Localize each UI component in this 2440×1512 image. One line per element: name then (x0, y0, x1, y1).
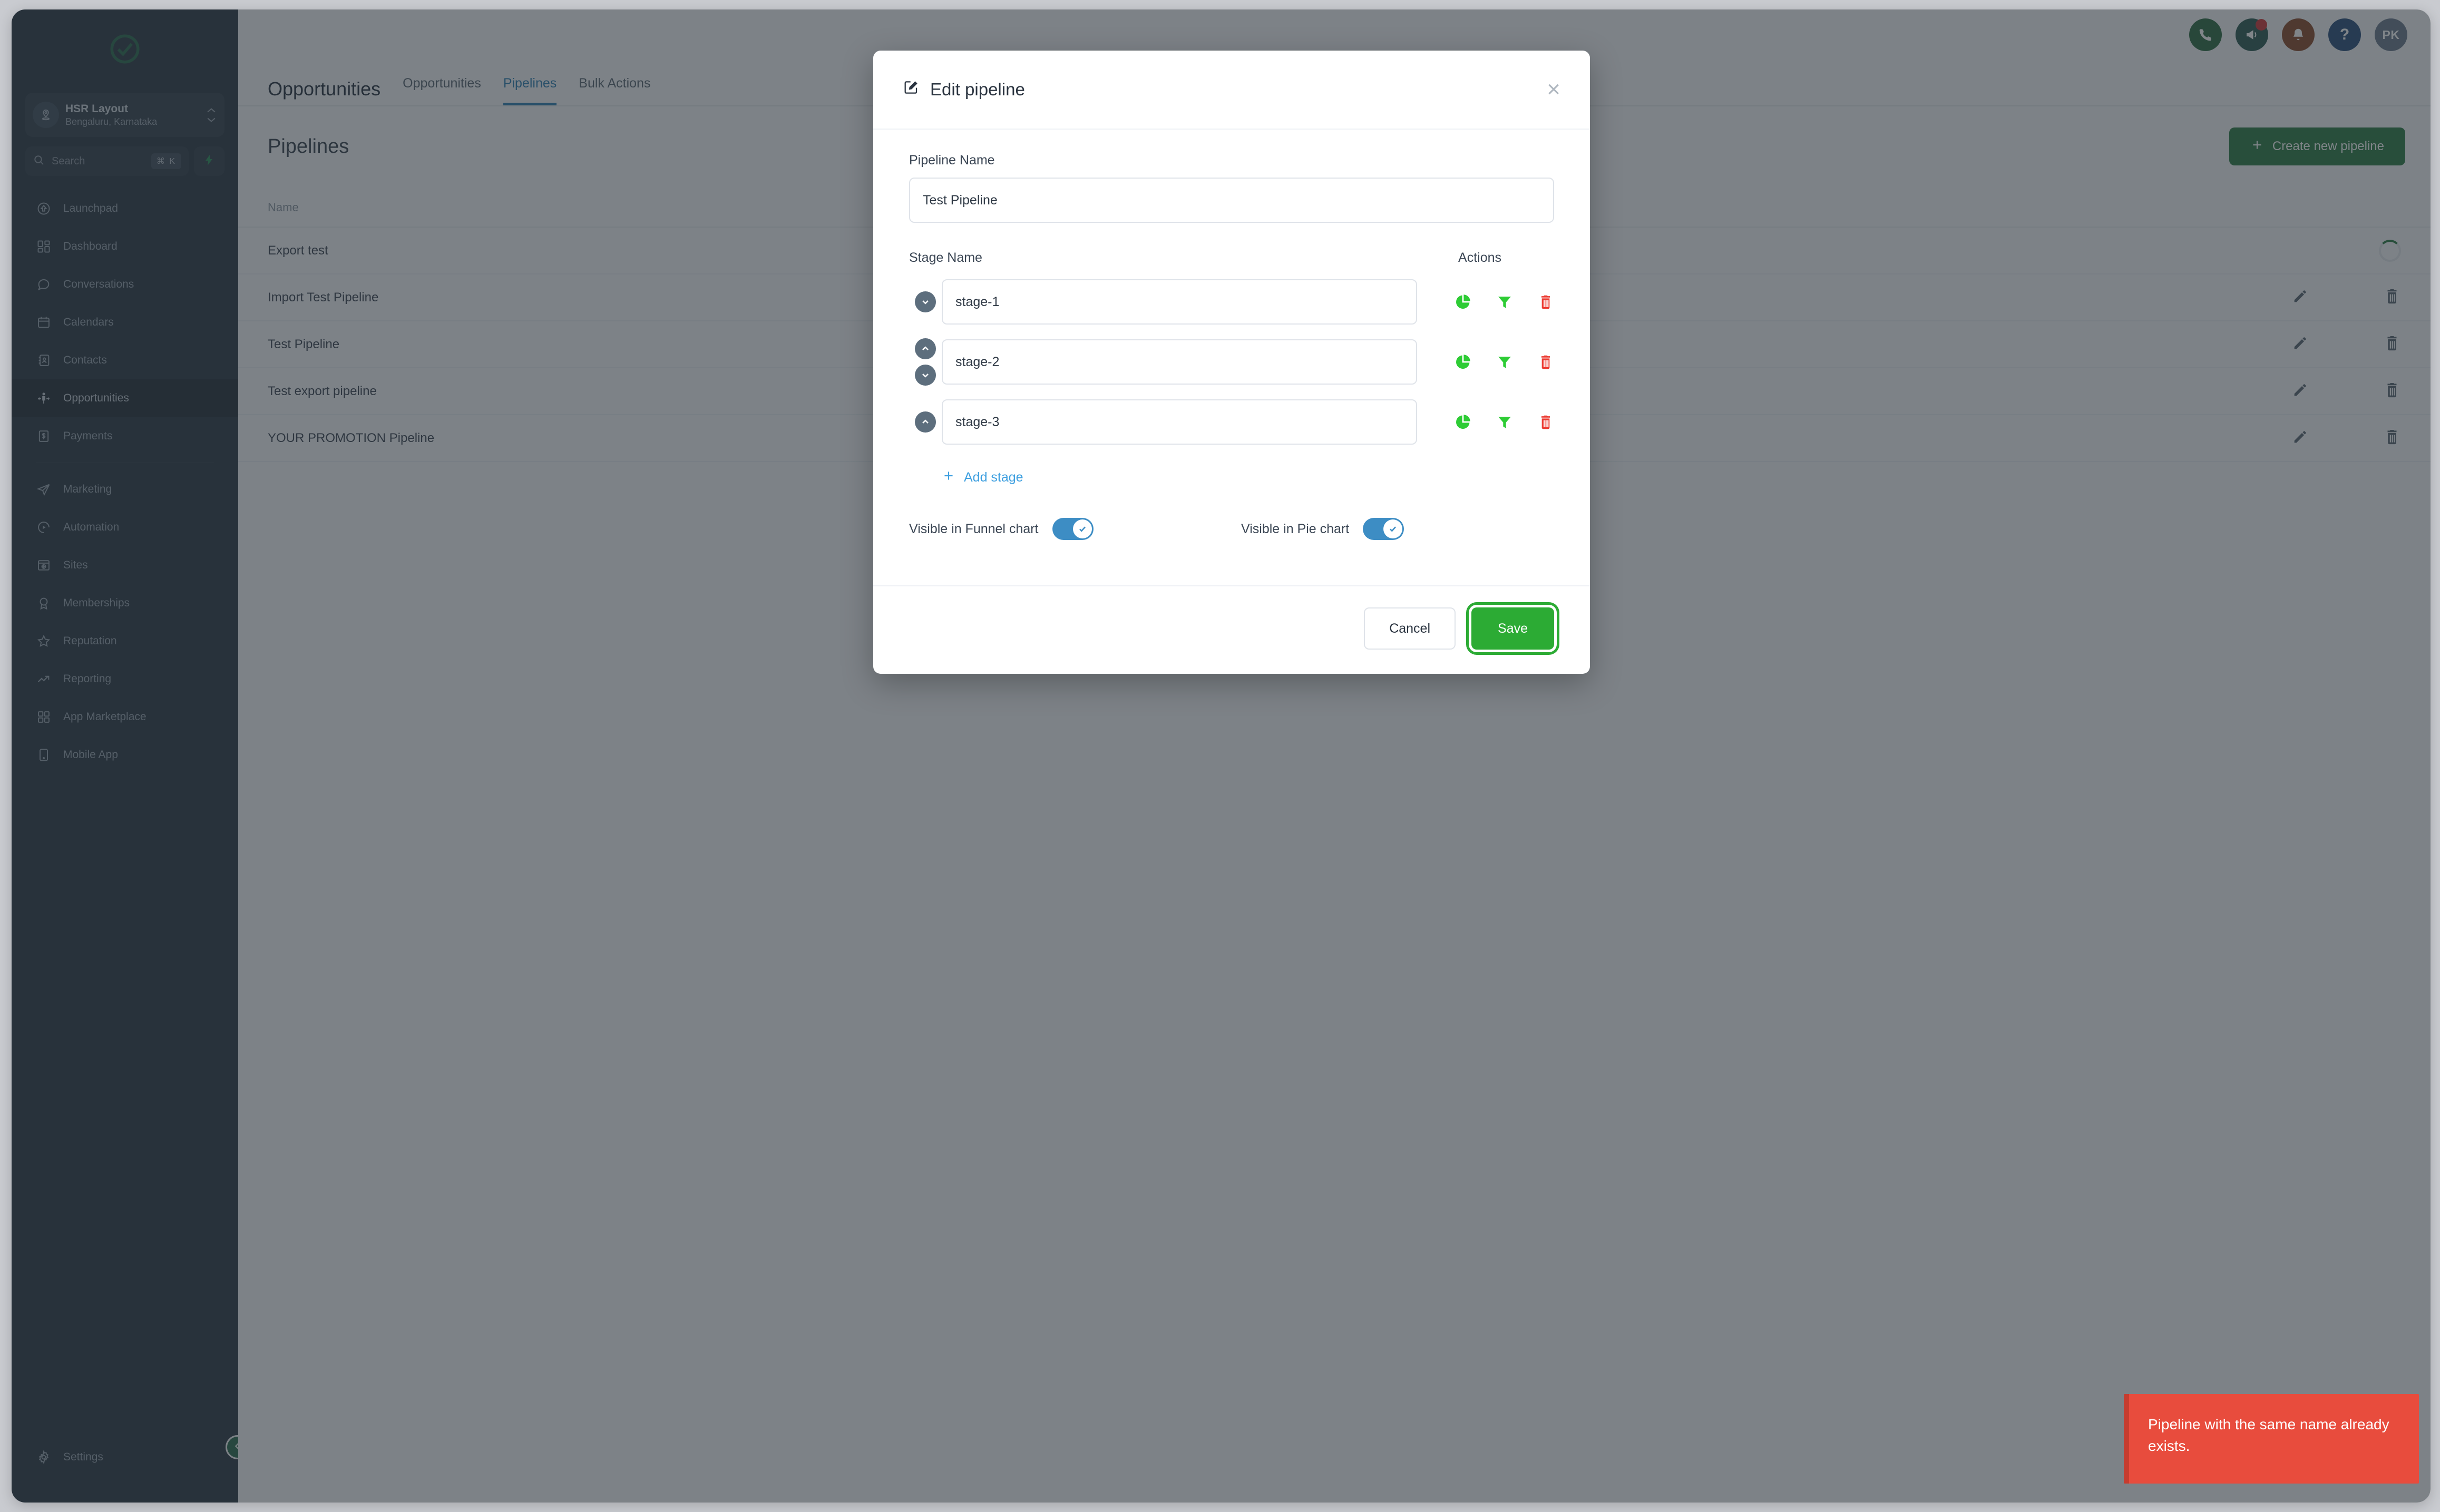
stage-row (909, 279, 1554, 325)
stage-actions (1417, 293, 1554, 311)
trash-icon[interactable] (1537, 414, 1554, 430)
move-stage-down-button[interactable] (915, 365, 936, 386)
funnel-icon[interactable] (1496, 414, 1513, 430)
pie-chart-toggle-label: Visible in Pie chart (1241, 521, 1350, 536)
stage-reorder-controls (909, 291, 942, 312)
error-toast-message: Pipeline with the same name already exis… (2148, 1416, 2389, 1454)
funnel-chart-toggle-label: Visible in Funnel chart (909, 521, 1039, 536)
pie-chart-toggle-group: Visible in Pie chart (1241, 518, 1404, 540)
add-stage-button[interactable]: Add stage (942, 469, 1023, 486)
visible-in-funnel-chart-toggle[interactable] (1052, 518, 1094, 540)
add-stage-label: Add stage (964, 470, 1023, 485)
screen: HSR Layout Bengaluru, Karnataka Search ⌘… (0, 0, 2440, 1512)
stage-row (909, 399, 1554, 445)
stage-table-header: Stage Name Actions (909, 250, 1554, 266)
edit-pipeline-modal: Edit pipeline × Pipeline Name Stage Name… (873, 51, 1590, 674)
pie-chart-icon[interactable] (1454, 293, 1472, 311)
funnel-icon[interactable] (1496, 293, 1513, 310)
modal-title: Edit pipeline (903, 79, 1025, 100)
actions-label: Actions (1458, 250, 1501, 265)
funnel-chart-toggle-group: Visible in Funnel chart (909, 518, 1241, 540)
pipeline-name-label: Pipeline Name (909, 153, 995, 168)
toggle-knob (1072, 519, 1092, 538)
stage-actions (1417, 353, 1554, 371)
stage-name-input[interactable] (942, 279, 1417, 325)
stage-reorder-controls (909, 338, 942, 386)
visibility-toggles: Visible in Funnel chart Visible in Pie c… (909, 518, 1554, 540)
app-shell: HSR Layout Bengaluru, Karnataka Search ⌘… (12, 9, 2431, 1503)
funnel-icon[interactable] (1496, 354, 1513, 370)
modal-header: Edit pipeline × (873, 51, 1590, 130)
save-button[interactable]: Save (1471, 607, 1554, 650)
visible-in-pie-chart-toggle[interactable] (1363, 518, 1404, 540)
pipeline-name-input[interactable] (909, 178, 1554, 223)
cancel-button[interactable]: Cancel (1364, 607, 1456, 650)
move-stage-up-button[interactable] (915, 338, 936, 359)
close-icon[interactable]: × (1547, 78, 1560, 101)
edit-square-icon (903, 79, 920, 100)
pie-chart-icon[interactable] (1454, 353, 1472, 371)
stage-reorder-controls (909, 411, 942, 433)
stage-name-input[interactable] (942, 399, 1417, 445)
plus-icon (942, 469, 955, 486)
stage-actions (1417, 413, 1554, 431)
pie-chart-icon[interactable] (1454, 413, 1472, 431)
stage-name-label: Stage Name (909, 250, 982, 265)
move-stage-up-button[interactable] (915, 411, 936, 433)
modal-title-text: Edit pipeline (930, 80, 1025, 99)
trash-icon[interactable] (1537, 354, 1554, 370)
error-toast[interactable]: Pipeline with the same name already exis… (2124, 1394, 2419, 1484)
stage-row (909, 338, 1554, 386)
move-stage-down-button[interactable] (915, 291, 936, 312)
toggle-knob (1383, 519, 1403, 538)
stage-name-input[interactable] (942, 339, 1417, 385)
modal-body: Pipeline Name Stage Name Actions (873, 130, 1590, 553)
trash-icon[interactable] (1537, 293, 1554, 310)
modal-footer: Cancel Save (873, 585, 1590, 674)
